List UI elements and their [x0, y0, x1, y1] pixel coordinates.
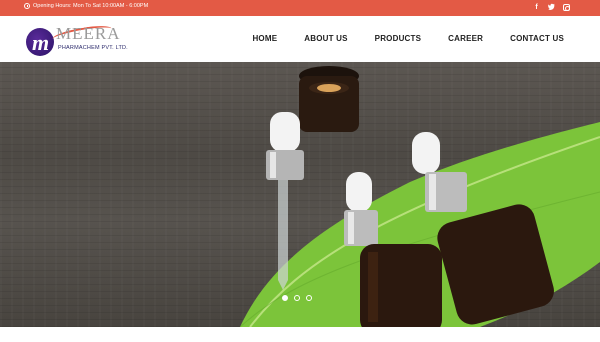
top-bar: Opening Hours: Mon To Sat 10:00AM - 6:00… [0, 0, 600, 16]
site-header: m MEERA PHARMACHEM PVT. LTD. HOME ABOUT … [0, 16, 600, 62]
nav-about-us[interactable]: ABOUT US [304, 34, 347, 43]
nav-contact-us[interactable]: CONTACT US [510, 34, 564, 43]
main-nav: HOME ABOUT US PRODUCTS CAREER CONTACT US [225, 34, 564, 43]
twitter-icon[interactable] [548, 3, 555, 14]
hero-image [239, 66, 600, 327]
social-links: f [533, 3, 570, 14]
nav-products[interactable]: PRODUCTS [375, 34, 422, 43]
nav-home[interactable]: HOME [252, 34, 277, 43]
opening-hours: Opening Hours: Mon To Sat 10:00AM - 6:00… [24, 3, 148, 9]
hero-slider[interactable] [0, 62, 600, 327]
logo-emblem: m [26, 28, 54, 56]
facebook-icon[interactable]: f [533, 3, 540, 14]
logo-brand: MEERA [56, 24, 121, 43]
slider-dot-2[interactable] [294, 295, 300, 301]
clock-icon [24, 3, 30, 9]
slider-dot-3[interactable] [306, 295, 312, 301]
nav-career[interactable]: CAREER [448, 34, 483, 43]
opening-hours-text: Opening Hours: Mon To Sat 10:00AM - 6:00… [33, 3, 149, 9]
company-logo[interactable]: m MEERA PHARMACHEM PVT. LTD. [26, 22, 131, 56]
logo-subtitle: PHARMACHEM PVT. LTD. [58, 45, 128, 51]
instagram-icon[interactable] [563, 4, 570, 11]
page-bottom [0, 327, 600, 342]
slider-dot-1[interactable] [282, 295, 288, 301]
slider-dots [282, 295, 312, 301]
